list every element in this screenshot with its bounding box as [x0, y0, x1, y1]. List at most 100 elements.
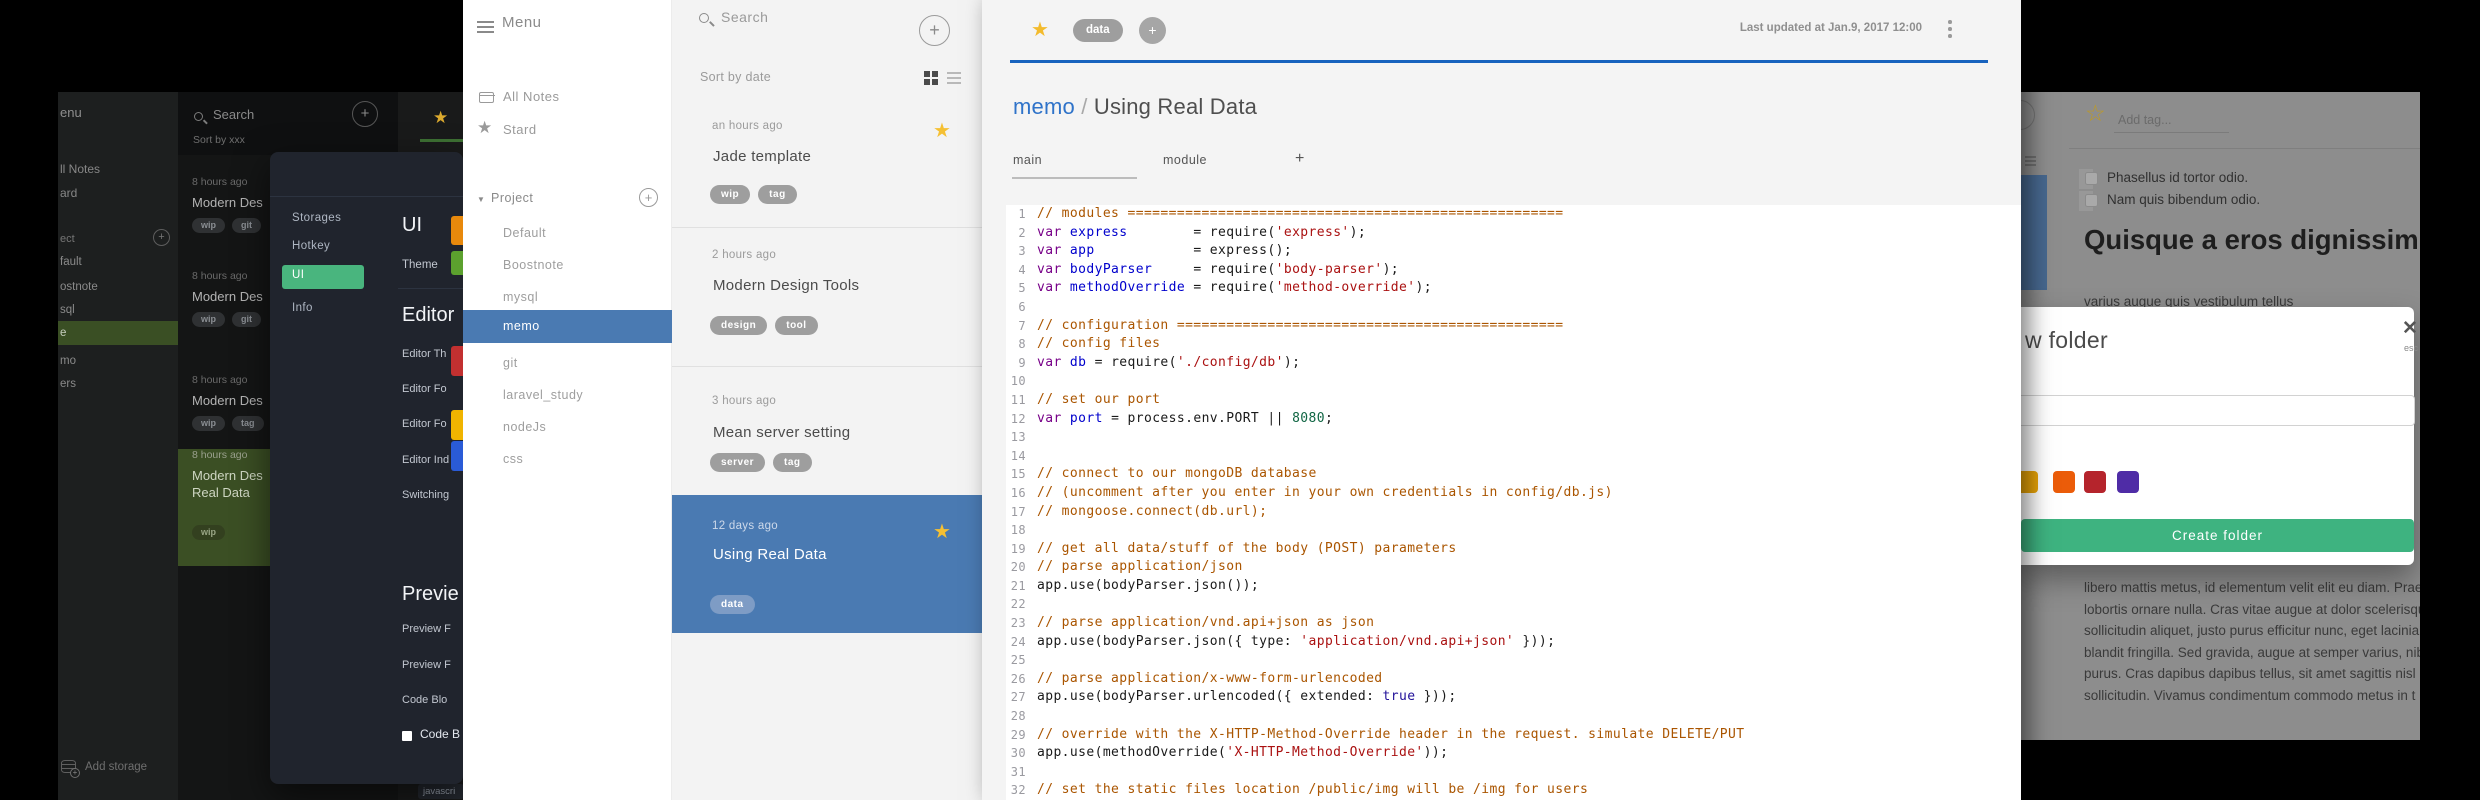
color-swatch[interactable] [2053, 471, 2075, 493]
tab-module[interactable]: module [1163, 153, 1207, 167]
sidebar-folder-item[interactable]: Default [463, 220, 672, 246]
code-token: 8080 [1292, 410, 1325, 426]
close-icon[interactable]: ✕ [2402, 317, 2418, 340]
code-line: 21 app.use(bodyParser.json()); [1006, 577, 2021, 596]
color-chip[interactable] [451, 251, 463, 275]
dark-folder-item[interactable]: fault [58, 252, 178, 272]
code-line: 8 // config files [1006, 335, 2021, 354]
note-list-item[interactable]: 2 hours ago Modern Design Tools design tool [672, 233, 982, 367]
note-list-item[interactable]: an hours ago ★ Jade template wip tag [672, 100, 982, 228]
code-editor[interactable]: 1 // modules ============================… [1006, 205, 2021, 800]
create-folder-button[interactable]: Create folder [2021, 519, 2414, 552]
dark-new-note-button[interactable]: + [352, 101, 378, 127]
sidebar-item-all-notes[interactable]: All Notes [503, 89, 560, 104]
dark-menu-label[interactable]: enu [60, 105, 82, 120]
note-tag-pill[interactable]: data [1073, 19, 1123, 42]
add-tag-button[interactable]: + [1139, 17, 1166, 44]
add-tag-input[interactable]: Add tag... [2118, 113, 2172, 127]
sort-by-date-dropdown[interactable]: Sort by date [700, 70, 771, 84]
tag-pill: tag [758, 185, 797, 204]
dark-folder-item[interactable]: sql [58, 300, 178, 320]
list-view-icon[interactable] [947, 72, 961, 84]
sidebar-item-starred[interactable]: Stard [503, 122, 537, 137]
settings-item[interactable]: Editor Fo [402, 383, 447, 395]
settings-item[interactable]: Editor Ind [402, 454, 449, 466]
dark-add-storage-button[interactable]: + Add storage [58, 758, 178, 780]
color-chip[interactable] [451, 410, 463, 440]
checkbox[interactable] [2085, 194, 2098, 207]
settings-preview-heading: Previe [402, 583, 459, 605]
breadcrumb-separator: / [1074, 94, 1094, 119]
tag-pill: git [232, 312, 261, 327]
kebab-menu-icon[interactable] [1948, 20, 1952, 40]
color-swatch[interactable] [2084, 471, 2106, 493]
code-token: var [1037, 354, 1062, 370]
color-chip[interactable] [451, 441, 463, 471]
dark-project-label[interactable]: ect [60, 233, 75, 245]
dark-sidebar-item-starred[interactable]: ard [60, 186, 77, 200]
code-token: ); [1283, 354, 1301, 370]
settings-divider [398, 288, 463, 289]
settings-checkbox[interactable] [402, 731, 412, 741]
selected-note-sliver [2021, 175, 2047, 290]
note-timestamp: an hours ago [712, 120, 783, 132]
settings-item[interactable]: Editor Fo [402, 418, 447, 430]
line-number: 21 [1010, 578, 1026, 593]
code-text: app.use(bodyParser.urlencoded({ extended… [1030, 688, 1457, 707]
sidebar-folder-item[interactable]: Boostnote [463, 252, 672, 278]
settings-menu-item[interactable]: Info [292, 302, 313, 314]
star-toggle-icon[interactable]: ★ [1031, 17, 1049, 42]
dark-sidebar-item-all-notes[interactable]: ll Notes [60, 162, 100, 176]
line-number: 6 [1018, 299, 1026, 314]
sidebar-folder-item[interactable]: laravel_study [463, 382, 672, 408]
settings-item[interactable]: Preview F [402, 659, 451, 671]
dark-sort-label[interactable]: Sort by xxx [193, 134, 245, 146]
chevron-down-icon[interactable]: ▼ [477, 195, 485, 204]
code-token: 'body-parser' [1275, 261, 1383, 277]
tab-main[interactable]: main [1013, 153, 1042, 167]
settings-item[interactable]: Editor Th [402, 348, 446, 360]
new-note-button[interactable]: + [919, 15, 950, 46]
color-swatch[interactable] [2021, 471, 2038, 493]
sidebar-folder-item[interactable]: memo [463, 310, 672, 343]
settings-menu-item[interactable]: Storages [292, 212, 341, 224]
settings-item[interactable]: Code Blo [402, 694, 447, 706]
dark-folder-item[interactable]: ers [58, 374, 178, 394]
hamburger-menu-icon[interactable] [477, 21, 494, 33]
settings-menu-item[interactable]: Hotkey [292, 240, 330, 252]
grid-view-icon[interactable] [924, 71, 938, 85]
menu-label[interactable]: Menu [502, 14, 542, 31]
sidebar-folder-item[interactable]: git [463, 350, 672, 376]
sidebar-folder-item[interactable]: nodeJs [463, 414, 672, 440]
all-notes-icon [478, 92, 495, 103]
dark-add-folder-icon[interactable]: + [153, 229, 170, 246]
dark-folder-item[interactable]: e [58, 321, 178, 345]
breadcrumb-folder[interactable]: memo [1013, 94, 1075, 119]
note-list-item[interactable]: 3 hours ago Mean server setting server tag [672, 367, 982, 492]
code-line: 26 // parse application/x-www-form-urlenc… [1006, 670, 2021, 689]
settings-menu-item[interactable]: UI [292, 269, 304, 281]
code-text: // config files [1030, 335, 1160, 354]
star-icon[interactable]: ★ [433, 108, 448, 128]
checkbox[interactable] [2085, 172, 2098, 185]
dark-search-input[interactable]: Search [213, 107, 254, 122]
code-token: // get all data/stuff of the body (POST)… [1037, 540, 1457, 556]
color-swatch[interactable] [2117, 471, 2139, 493]
sidebar-folder-item[interactable]: mysql [463, 284, 672, 310]
dark-folder-item[interactable]: ostnote [58, 277, 178, 297]
color-chip[interactable] [451, 346, 463, 376]
project-section-label[interactable]: Project [491, 191, 533, 205]
star-outline-icon[interactable]: ☆ [2085, 100, 2106, 127]
dark-folder-item[interactable]: mo [58, 351, 178, 371]
line-number: 31 [1010, 764, 1026, 779]
search-input[interactable]: Search [721, 9, 768, 25]
color-chip[interactable] [451, 216, 463, 245]
settings-item[interactable]: Switching [402, 489, 449, 501]
sidebar-folder-item[interactable]: css [463, 446, 672, 472]
add-folder-button[interactable]: + [639, 188, 658, 207]
settings-item[interactable]: Preview F [402, 623, 451, 635]
note-tags: data [710, 595, 755, 614]
add-snippet-tab-button[interactable]: + [1295, 150, 1305, 168]
note-list-item[interactable]: 12 days ago ★ Using Real Data data [672, 495, 982, 633]
folder-name-input[interactable] [2021, 395, 2415, 426]
